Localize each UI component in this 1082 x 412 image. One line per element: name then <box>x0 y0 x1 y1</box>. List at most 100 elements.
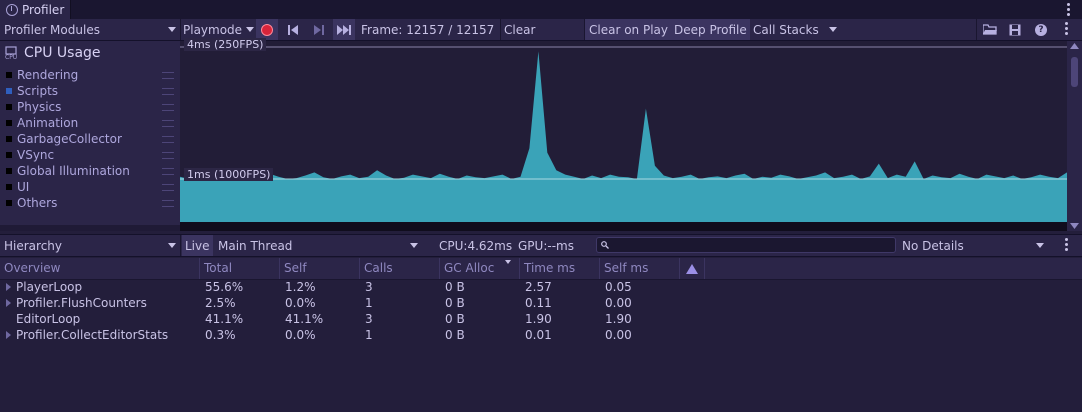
row-name-label: EditorLoop <box>16 312 81 326</box>
legend-item[interactable]: Scripts <box>0 83 180 99</box>
legend-item[interactable]: GarbageCollector <box>0 131 180 147</box>
legend-swatch[interactable] <box>6 136 12 142</box>
kebab-menu-icon <box>1064 22 1068 37</box>
cpu-usage-graph <box>180 46 1067 222</box>
cpu-usage-chart[interactable]: 4ms (250FPS) 1ms (1000FPS) <box>180 38 1067 222</box>
legend-scrollbar[interactable] <box>1067 41 1082 231</box>
view-mode-dropdown[interactable]: Hierarchy <box>4 235 176 256</box>
deep-profile-toggle[interactable]: Deep Profile <box>671 19 750 40</box>
cell-self: 1.2% <box>285 280 316 294</box>
expand-arrow-icon[interactable] <box>6 299 11 307</box>
row-name: Profiler.CollectEditorStats <box>6 327 168 343</box>
column-time-ms[interactable]: Time ms <box>520 258 600 279</box>
column-self[interactable]: Self <box>280 258 360 279</box>
thread-dropdown[interactable]: Main Thread <box>218 235 418 256</box>
legend-swatch[interactable] <box>6 72 12 78</box>
details-menu-button[interactable] <box>1058 235 1074 256</box>
call-stacks-dropdown[interactable]: Call Stacks <box>753 19 837 40</box>
drag-handle-icon[interactable] <box>162 200 174 207</box>
profiler-tab[interactable]: Profiler <box>0 0 71 19</box>
mid-threshold-label: 1ms (1000FPS) <box>184 168 274 181</box>
legend-item[interactable]: UI <box>0 179 180 195</box>
drag-handle-icon[interactable] <box>162 88 174 95</box>
next-frame-button[interactable] <box>308 19 330 40</box>
legend-swatch[interactable] <box>6 88 12 94</box>
clear-on-play-toggle[interactable]: Clear on Play <box>585 19 672 40</box>
column-overview[interactable]: Overview <box>0 258 200 279</box>
legend-swatch[interactable] <box>6 104 12 110</box>
live-toggle[interactable]: Live <box>182 235 213 256</box>
clear-button[interactable]: Clear <box>504 19 535 40</box>
legend-swatch[interactable] <box>6 152 12 158</box>
cell-selfms: 0.00 <box>605 328 632 342</box>
legend-item[interactable]: Animation <box>0 115 180 131</box>
drag-handle-icon[interactable] <box>162 184 174 191</box>
legend-item[interactable]: Others <box>0 195 180 211</box>
drag-handle-icon[interactable] <box>162 152 174 159</box>
drag-handle-icon[interactable] <box>162 104 174 111</box>
column-self-ms[interactable]: Self ms <box>600 258 680 279</box>
cell-gc: 0 B <box>445 312 465 326</box>
call-stacks-label: Call Stacks <box>753 22 819 37</box>
drag-handle-icon[interactable] <box>162 168 174 175</box>
table-row[interactable]: Profiler.CollectEditorStats 0.3% 0.0% 1 0 B 0… <box>0 327 1082 343</box>
chevron-down-icon <box>168 27 176 32</box>
expand-arrow-icon[interactable] <box>6 283 11 291</box>
column-gc-alloc[interactable]: GC Alloc <box>440 258 520 279</box>
legend-item-label: Others <box>17 196 58 210</box>
scrollbar-thumb[interactable] <box>1071 57 1078 87</box>
legend-item[interactable]: VSync <box>0 147 180 163</box>
legend-item-label: UI <box>17 180 30 194</box>
cell-time: 2.57 <box>525 280 552 294</box>
row-name: Profiler.FlushCounters <box>6 295 147 311</box>
legend-item[interactable]: Global Illumination <box>0 163 180 179</box>
legend-item[interactable]: Physics <box>0 99 180 115</box>
search-input[interactable] <box>596 237 896 253</box>
legend-swatch[interactable] <box>6 120 12 126</box>
legend-swatch[interactable] <box>6 168 12 174</box>
save-button[interactable] <box>1005 19 1025 40</box>
table-row[interactable]: PlayerLoop 55.6% 1.2% 3 0 B 2.57 0.05 <box>0 279 1082 295</box>
expand-arrow-icon[interactable] <box>6 331 11 339</box>
first-frame-button[interactable] <box>282 19 304 40</box>
help-button[interactable]: ? <box>1031 19 1051 40</box>
details-dropdown[interactable]: No Details <box>902 235 1044 256</box>
row-name-label: Profiler.FlushCounters <box>16 296 147 310</box>
drag-handle-icon[interactable] <box>162 136 174 143</box>
legend-item[interactable]: Rendering <box>0 67 180 83</box>
cell-selfms: 0.05 <box>605 280 632 294</box>
cell-total: 55.6% <box>205 280 244 294</box>
window-menu-icon[interactable] <box>1067 3 1070 18</box>
scroll-down-icon[interactable] <box>1070 223 1079 229</box>
record-button[interactable] <box>256 19 278 40</box>
profiler-modules-dropdown[interactable]: Profiler Modules <box>4 19 176 40</box>
column-calls[interactable]: Calls <box>360 258 440 279</box>
profiler-toolbar: Profiler Modules Playmode Frame: 12157 /… <box>0 19 1082 41</box>
cell-selfms: 1.90 <box>605 312 632 326</box>
svg-text:CPU: CPU <box>5 54 17 60</box>
column-total[interactable]: Total <box>200 258 280 279</box>
toolbar-menu-button[interactable] <box>1058 19 1074 40</box>
legend-swatch[interactable] <box>6 184 12 190</box>
chevron-down-icon <box>410 243 418 248</box>
cpu-time-readout: CPU:4.62ms <box>439 238 513 253</box>
current-frame-button[interactable] <box>333 19 355 40</box>
tab-title: Profiler <box>22 2 65 17</box>
cell-self: 41.1% <box>285 312 324 326</box>
hierarchy-table-body: PlayerLoop 55.6% 1.2% 3 0 B 2.57 0.05 Profiler.… <box>0 279 1082 409</box>
playmode-dropdown[interactable]: Playmode <box>183 19 255 40</box>
chevron-down-icon <box>168 243 176 248</box>
table-row[interactable]: EditorLoop 41.1% 41.1% 3 0 B 1.90 1.90 <box>0 311 1082 327</box>
load-button[interactable] <box>980 19 1000 40</box>
step-forward-icon <box>313 24 324 35</box>
column-warnings[interactable] <box>680 258 705 279</box>
legend-swatch[interactable] <box>6 200 12 206</box>
table-row[interactable]: Profiler.FlushCounters 2.5% 0.0% 1 0 B 0.11 0.… <box>0 295 1082 311</box>
cell-self: 0.0% <box>285 296 316 310</box>
playmode-label: Playmode <box>183 22 243 37</box>
details-toolbar: Hierarchy Live Main Thread CPU:4.62ms GP… <box>0 234 1082 257</box>
scroll-up-icon[interactable] <box>1070 43 1079 49</box>
drag-handle-icon[interactable] <box>162 72 174 79</box>
drag-handle-icon[interactable] <box>162 120 174 127</box>
cpu-usage-header[interactable]: CPU CPU Usage <box>4 44 101 62</box>
